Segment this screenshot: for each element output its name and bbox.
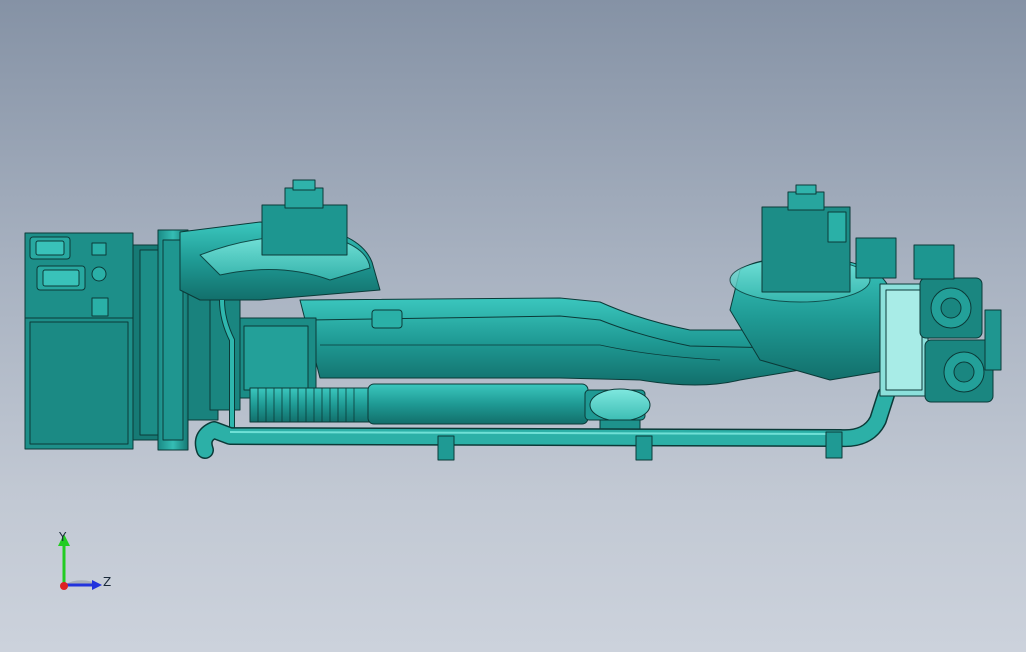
- z-axis-label: Z: [103, 575, 112, 589]
- orientation-triad: [58, 534, 102, 590]
- z-axis-arrowhead: [92, 580, 102, 590]
- shoulder-housing: [179, 179, 381, 301]
- base-motor-housing: [24, 232, 159, 450]
- x-axis-origin: [60, 582, 68, 590]
- elbow-housing: [729, 184, 897, 381]
- main-arm-beam: [299, 297, 801, 386]
- cad-viewport[interactable]: Y Z: [0, 0, 1026, 652]
- wrist-assembly: [879, 244, 1002, 403]
- y-axis-label: Y: [59, 530, 67, 544]
- robot-arm-model[interactable]: [0, 0, 1026, 652]
